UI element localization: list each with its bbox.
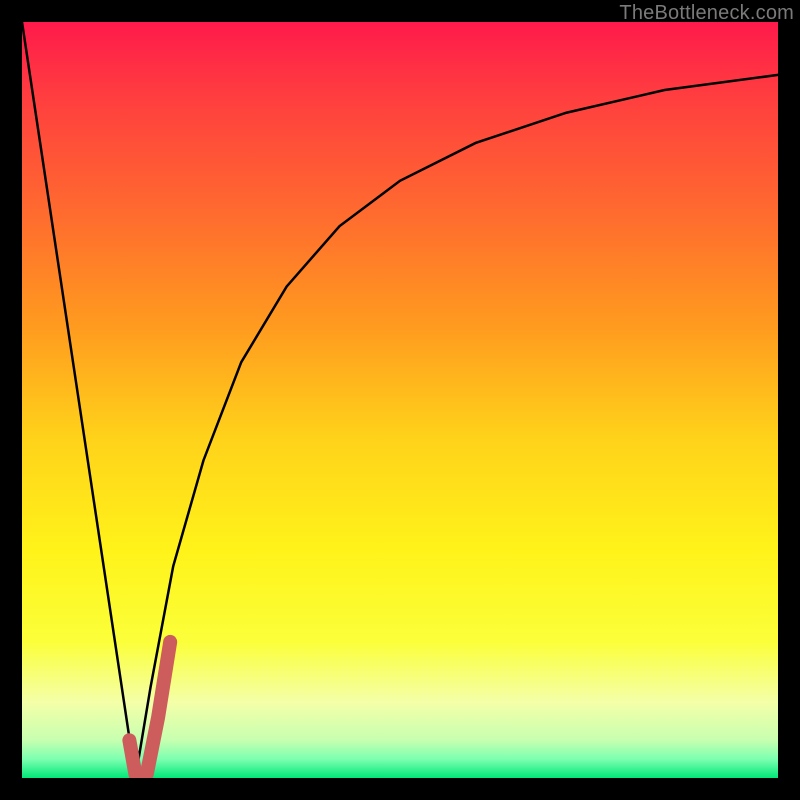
rising-curve (135, 75, 778, 778)
watermark-text: TheBottleneck.com (619, 2, 794, 25)
plot-area (22, 22, 778, 778)
outer-frame: TheBottleneck.com (0, 0, 800, 800)
descending-line (22, 22, 135, 778)
chart-curves (22, 22, 778, 778)
j-marker (129, 642, 170, 774)
